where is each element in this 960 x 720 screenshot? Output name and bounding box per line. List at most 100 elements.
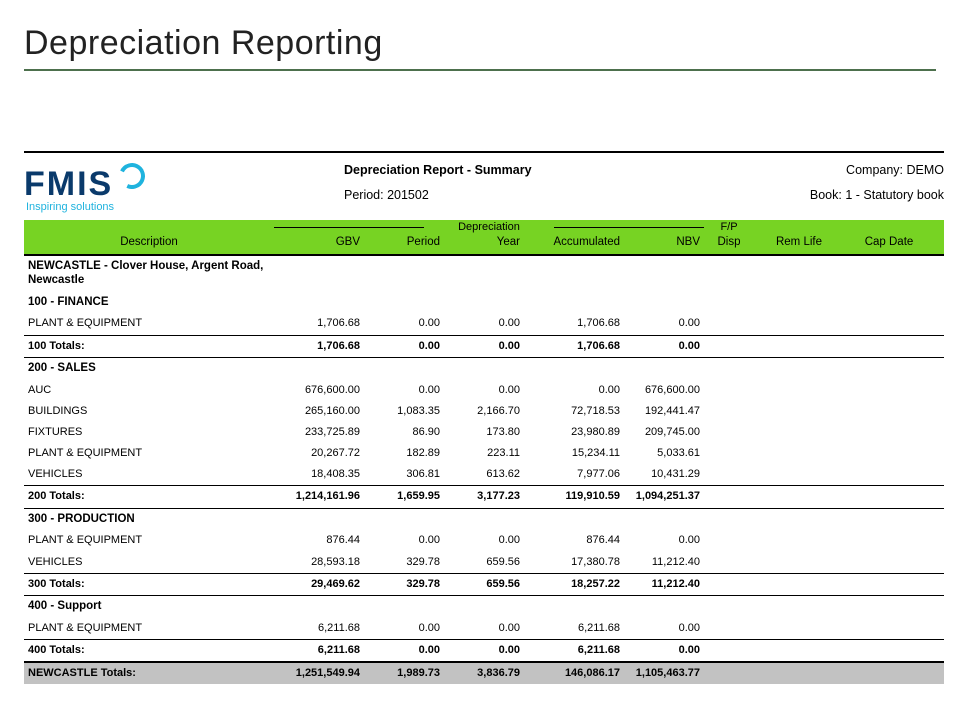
row-value [444, 292, 524, 314]
section-header-row: 400 - Support [24, 596, 944, 618]
slide: Depreciation Reporting FMIS Inspiring so… [0, 0, 960, 720]
row-value [364, 596, 444, 618]
row-value [704, 313, 754, 334]
col-period: Period [364, 236, 444, 250]
row-label: BUILDINGS [24, 401, 274, 422]
row-value: 20,267.72 [274, 443, 364, 464]
row-value: 1,706.68 [274, 313, 364, 334]
row-value: 0.00 [364, 618, 444, 639]
col-description: Description [24, 236, 274, 250]
row-value: 86.90 [364, 422, 444, 443]
row-value: 0.00 [524, 380, 624, 401]
row-value [704, 530, 754, 551]
row-value [754, 618, 844, 639]
row-value [844, 509, 934, 531]
row-value: 7,977.06 [524, 464, 624, 485]
row-value: 173.80 [444, 422, 524, 443]
column-header-band: Depreciation F/P Description GBV Period … [24, 220, 944, 254]
row-value: 6,211.68 [274, 640, 364, 661]
row-value [274, 256, 364, 292]
table-row: PLANT & EQUIPMENT6,211.680.000.006,211.6… [24, 618, 944, 639]
row-value [624, 292, 704, 314]
row-value: 0.00 [444, 380, 524, 401]
row-value [754, 313, 844, 334]
row-value [274, 292, 364, 314]
row-value [844, 358, 934, 380]
row-value [524, 256, 624, 292]
row-value [444, 358, 524, 380]
row-label: 300 Totals: [24, 574, 274, 595]
row-value: 329.78 [364, 552, 444, 573]
row-value: 18,408.35 [274, 464, 364, 485]
data-grid: NEWCASTLE - Clover House, Argent Road, N… [24, 254, 944, 684]
row-value: 6,211.68 [524, 640, 624, 661]
row-value [704, 256, 754, 292]
row-value: 119,910.59 [524, 486, 624, 507]
row-value: 29,469.62 [274, 574, 364, 595]
row-value [704, 292, 754, 314]
table-row: FIXTURES233,725.8986.90173.8023,980.8920… [24, 422, 944, 443]
row-value: 0.00 [624, 640, 704, 661]
row-value: 146,086.17 [524, 663, 624, 684]
row-value: 1,251,549.94 [274, 663, 364, 684]
row-value [524, 292, 624, 314]
row-value: 6,211.68 [274, 618, 364, 639]
row-value: 0.00 [364, 380, 444, 401]
row-value [844, 292, 934, 314]
row-value: 1,989.73 [364, 663, 444, 684]
row-value [704, 640, 754, 661]
row-label: 200 Totals: [24, 486, 274, 507]
row-value: 23,980.89 [524, 422, 624, 443]
row-label: PLANT & EQUIPMENT [24, 618, 274, 639]
row-value [844, 596, 934, 618]
row-value: 1,706.68 [524, 336, 624, 357]
row-value [364, 358, 444, 380]
row-value: 659.56 [444, 574, 524, 595]
col-nbv: NBV [624, 236, 704, 250]
row-label: 400 Totals: [24, 640, 274, 661]
row-value: 0.00 [444, 313, 524, 334]
section-totals-row: 100 Totals:1,706.680.000.001,706.680.00 [24, 335, 944, 358]
row-value [444, 596, 524, 618]
table-row: PLANT & EQUIPMENT876.440.000.00876.440.0… [24, 530, 944, 551]
row-value [754, 596, 844, 618]
row-value [844, 443, 934, 464]
logo-ring-icon [116, 159, 149, 192]
row-value: 192,441.47 [624, 401, 704, 422]
depreciation-group-label: Depreciation [274, 221, 704, 234]
row-value: 1,706.68 [524, 313, 624, 334]
row-value: 659.56 [444, 552, 524, 573]
row-value [754, 552, 844, 573]
table-row: AUC676,600.000.000.000.00676,600.00 [24, 380, 944, 401]
row-label: PLANT & EQUIPMENT [24, 530, 274, 551]
col-fp: F/P [704, 221, 754, 234]
logo-text: FMIS [24, 164, 113, 205]
table-row: PLANT & EQUIPMENT20,267.72182.89223.1115… [24, 443, 944, 464]
grand-totals-row: NEWCASTLE Totals:1,251,549.941,989.733,8… [24, 662, 944, 684]
company-label: Company: DEMO [846, 163, 944, 178]
row-value [524, 596, 624, 618]
row-value [524, 509, 624, 531]
row-value [754, 358, 844, 380]
col-year: Year [444, 236, 524, 250]
row-value [704, 596, 754, 618]
section-totals-row: 400 Totals:6,211.680.000.006,211.680.00 [24, 639, 944, 662]
col-gbv: GBV [274, 236, 364, 250]
location-row: NEWCASTLE - Clover House, Argent Road, N… [24, 254, 944, 292]
row-value: 5,033.61 [624, 443, 704, 464]
row-value: 0.00 [364, 336, 444, 357]
row-value: 72,718.53 [524, 401, 624, 422]
logo-block: FMIS Inspiring solutions [24, 159, 344, 214]
row-value [844, 464, 934, 485]
period-label: Period: 201502 [344, 188, 429, 203]
row-value: 876.44 [524, 530, 624, 551]
row-value: 2,166.70 [444, 401, 524, 422]
col-accum: Accumulated [524, 236, 624, 250]
row-value [844, 530, 934, 551]
row-label: NEWCASTLE - Clover House, Argent Road, N… [24, 256, 274, 292]
row-value [624, 256, 704, 292]
table-row: VEHICLES28,593.18329.78659.5617,380.7811… [24, 552, 944, 573]
row-value [624, 509, 704, 531]
row-value [754, 640, 844, 661]
section-totals-row: 300 Totals:29,469.62329.78659.5618,257.2… [24, 573, 944, 596]
